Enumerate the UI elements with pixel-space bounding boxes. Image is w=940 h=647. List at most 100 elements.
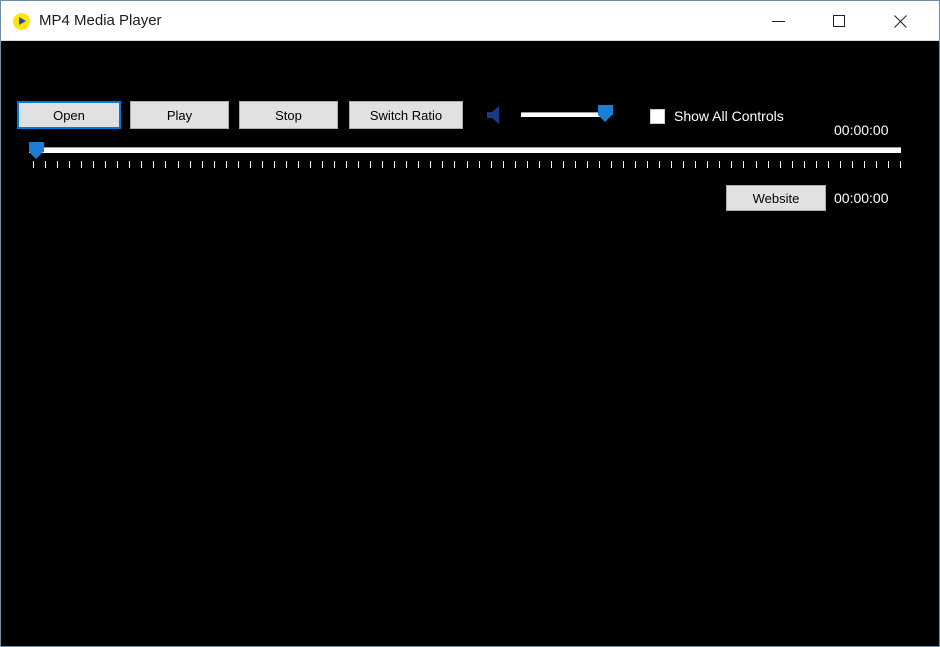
seek-tick [683, 161, 684, 168]
seek-tick [226, 161, 227, 168]
seek-tick [503, 161, 504, 168]
seek-tick [250, 161, 251, 168]
duration-time: 00:00:00 [834, 190, 889, 206]
seek-tick [900, 161, 901, 168]
maximize-button[interactable] [816, 1, 862, 40]
seek-slider-ticks [33, 161, 901, 168]
seek-tick [430, 161, 431, 168]
seek-tick [743, 161, 744, 168]
seek-tick [539, 161, 540, 168]
seek-tick [358, 161, 359, 168]
seek-tick [394, 161, 395, 168]
seek-tick [178, 161, 179, 168]
seek-tick [141, 161, 142, 168]
seek-tick [454, 161, 455, 168]
seek-tick [731, 161, 732, 168]
media-player-window: MP4 Media Player Open Play Stop Switch R… [0, 0, 940, 647]
seek-tick [707, 161, 708, 168]
seek-tick [105, 161, 106, 168]
seek-tick [274, 161, 275, 168]
seek-tick [623, 161, 624, 168]
seek-tick [334, 161, 335, 168]
seek-tick [852, 161, 853, 168]
seek-tick [45, 161, 46, 168]
seek-tick [768, 161, 769, 168]
seek-tick [587, 161, 588, 168]
elapsed-time: 00:00:00 [834, 122, 889, 138]
seek-tick [816, 161, 817, 168]
open-button[interactable]: Open [17, 101, 121, 129]
seek-tick [310, 161, 311, 168]
seek-slider-track[interactable] [29, 147, 901, 153]
close-icon [877, 1, 923, 40]
seek-tick [153, 161, 154, 168]
seek-tick [165, 161, 166, 168]
play-triangle-icon [19, 17, 26, 25]
seek-tick [780, 161, 781, 168]
speaker-icon[interactable] [484, 103, 508, 127]
seek-tick [129, 161, 130, 168]
stop-button[interactable]: Stop [239, 101, 338, 129]
seek-tick [695, 161, 696, 168]
close-button[interactable] [877, 1, 923, 40]
seek-tick [515, 161, 516, 168]
seek-tick [286, 161, 287, 168]
seek-tick [262, 161, 263, 168]
seek-tick [611, 161, 612, 168]
seek-tick [346, 161, 347, 168]
seek-tick [190, 161, 191, 168]
seek-tick [527, 161, 528, 168]
seek-tick [117, 161, 118, 168]
play-button[interactable]: Play [130, 101, 229, 129]
website-button[interactable]: Website [726, 185, 826, 211]
seek-tick [418, 161, 419, 168]
titlebar: MP4 Media Player [1, 1, 939, 41]
volume-slider-thumb[interactable] [598, 105, 613, 122]
seek-slider-thumb[interactable] [29, 142, 44, 159]
seek-tick [33, 161, 34, 168]
seek-tick [202, 161, 203, 168]
seek-tick [756, 161, 757, 168]
seek-tick [804, 161, 805, 168]
seek-tick [382, 161, 383, 168]
seek-tick [575, 161, 576, 168]
volume-slider-track[interactable] [521, 112, 605, 117]
seek-tick [888, 161, 889, 168]
seek-tick [57, 161, 58, 168]
seek-tick [840, 161, 841, 168]
seek-tick [491, 161, 492, 168]
seek-tick [442, 161, 443, 168]
seek-tick [647, 161, 648, 168]
seek-tick [864, 161, 865, 168]
seek-tick [81, 161, 82, 168]
seek-tick [551, 161, 552, 168]
seek-tick [238, 161, 239, 168]
seek-tick [635, 161, 636, 168]
seek-tick [214, 161, 215, 168]
seek-tick [322, 161, 323, 168]
seek-tick [828, 161, 829, 168]
seek-tick [69, 161, 70, 168]
seek-tick [479, 161, 480, 168]
show-all-controls-label: Show All Controls [674, 108, 784, 124]
seek-tick [792, 161, 793, 168]
seek-tick [93, 161, 94, 168]
show-all-controls-checkbox[interactable] [650, 108, 665, 124]
seek-tick [467, 161, 468, 168]
seek-tick [406, 161, 407, 168]
seek-tick [719, 161, 720, 168]
seek-tick [563, 161, 564, 168]
maximize-icon [816, 1, 862, 40]
seek-tick [659, 161, 660, 168]
window-title: MP4 Media Player [39, 12, 162, 29]
minimize-icon [755, 1, 801, 40]
show-all-controls-row[interactable]: Show All Controls [650, 106, 784, 126]
seek-tick [370, 161, 371, 168]
seek-tick [876, 161, 877, 168]
seek-tick [599, 161, 600, 168]
minimize-button[interactable] [755, 1, 801, 40]
video-surface[interactable]: Open Play Stop Switch Ratio Show All Con… [1, 41, 939, 646]
seek-tick [298, 161, 299, 168]
seek-tick [671, 161, 672, 168]
switch-ratio-button[interactable]: Switch Ratio [349, 101, 463, 129]
